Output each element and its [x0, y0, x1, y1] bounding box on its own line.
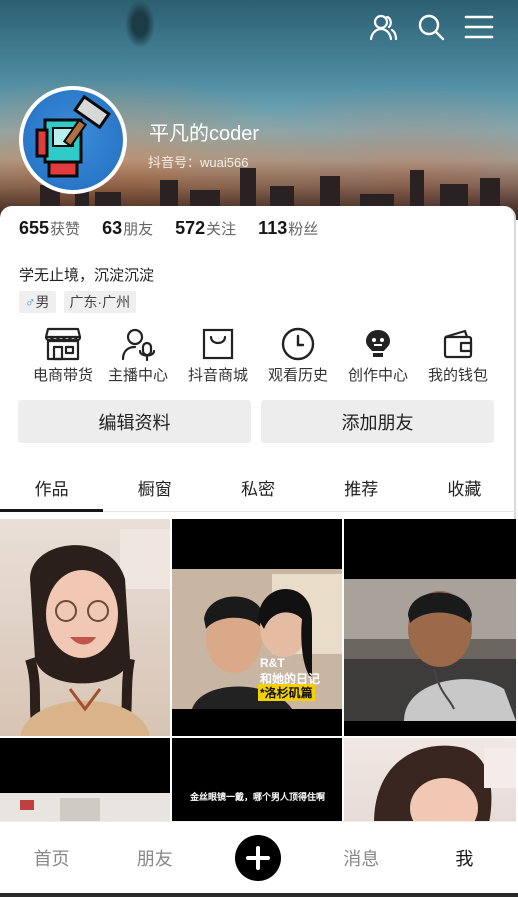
nav-create[interactable] [206, 834, 309, 881]
tab-showcase[interactable]: 橱窗 [103, 464, 206, 511]
service-creator[interactable]: 创作中心 [338, 326, 418, 385]
stat-likes[interactable]: 655获赞 [19, 218, 80, 239]
stat-likes-num: 655 [19, 218, 50, 238]
stat-friends-num: 63 [102, 218, 123, 238]
service-history[interactable]: 观看历史 [258, 326, 338, 385]
tab-recommend[interactable]: 推荐 [310, 464, 413, 511]
nickname: 平凡的coder [149, 123, 260, 145]
stat-friends[interactable]: 63朋友 [102, 218, 153, 239]
avatar[interactable] [19, 86, 127, 194]
tab-favorites[interactable]: 收藏 [413, 464, 516, 511]
bottom-navigation: 首页 朋友 消息 我 [0, 821, 516, 893]
nav-me[interactable]: 我 [413, 845, 516, 871]
clock-icon [278, 326, 318, 362]
screen-bottom-border [0, 893, 518, 897]
edit-profile-button[interactable]: 编辑资料 [18, 400, 251, 443]
nav-messages[interactable]: 消息 [310, 845, 413, 871]
service-label: 观看历史 [267, 367, 328, 384]
store-icon [43, 326, 83, 362]
profile-action-buttons: 编辑资料 添加朋友 [18, 400, 494, 443]
service-mall[interactable]: 抖音商城 [178, 326, 258, 385]
service-label: 主播中心 [107, 367, 168, 384]
stat-following-num: 572 [175, 218, 206, 238]
stat-following[interactable]: 572关注 [175, 218, 236, 239]
video-thumbnail[interactable] [344, 519, 516, 736]
video-thumbnail[interactable]: R&T 和她的日记 *洛杉矶篇 [172, 519, 342, 736]
wallet-icon [438, 326, 478, 362]
service-label: 电商带货 [32, 367, 93, 384]
stat-friends-label: 朋友 [123, 221, 154, 238]
video-grid: R&T 和她的日记 *洛杉矶篇 金丝眼镜一戴，哪个男人顶得住啊 [0, 519, 516, 821]
gender-tag: ♂男 [19, 291, 56, 313]
top-action-bar [368, 12, 494, 42]
search-icon[interactable] [416, 12, 446, 42]
bio: 学无止境，沉淀沉淀 [19, 267, 155, 284]
menu-icon[interactable] [464, 12, 494, 42]
douyin-id[interactable]: 抖音号：wuai566 [148, 152, 248, 171]
tab-works[interactable]: 作品 [0, 464, 104, 512]
avatar-image [23, 90, 123, 190]
video-thumbnail[interactable] [0, 519, 170, 736]
video-thumbnail[interactable] [0, 738, 170, 821]
services-row: 电商带货 主播中心 抖音商城 观看历史 创作中心 我的钱包 [28, 326, 518, 385]
plus-icon [235, 834, 281, 881]
stat-followers[interactable]: 113粉丝 [258, 218, 318, 239]
location-tag: 广东·广州 [63, 291, 137, 313]
service-wallet[interactable]: 我的钱包 [418, 326, 498, 385]
stat-likes-label: 获赞 [50, 221, 81, 238]
shopping-bag-icon [198, 326, 238, 362]
cover-figure [125, 0, 155, 48]
video-thumbnail[interactable]: 金丝眼镜一戴，哪个男人顶得住啊 [172, 738, 342, 821]
stat-followers-num: 113 [258, 218, 288, 238]
streamer-icon [118, 326, 158, 362]
video-caption: 金丝眼镜一戴，哪个男人顶得住啊 [190, 792, 326, 802]
video-thumbnail[interactable] [344, 738, 516, 821]
stats-row: 655获赞 63朋友 572关注 113粉丝 [19, 218, 318, 239]
stat-followers-label: 粉丝 [288, 221, 319, 238]
profile-tags: ♂男 广东·广州 [19, 291, 137, 313]
service-label: 我的钱包 [427, 367, 488, 384]
lightbulb-icon [358, 326, 398, 362]
service-streamer[interactable]: 主播中心 [98, 326, 178, 385]
tab-private[interactable]: 私密 [206, 464, 309, 511]
video-title-line3: *洛杉矶篇 [258, 684, 315, 701]
service-ecommerce[interactable]: 电商带货 [28, 326, 98, 385]
content-tabs: 作品 橱窗 私密 推荐 收藏 [0, 464, 516, 512]
video-title-line1: R&T [260, 656, 285, 670]
stat-following-label: 关注 [206, 221, 237, 238]
service-label: 创作中心 [347, 367, 408, 384]
nav-home[interactable]: 首页 [0, 845, 103, 871]
nav-friends[interactable]: 朋友 [103, 845, 206, 871]
male-icon: ♂ [25, 294, 36, 310]
friends-icon[interactable] [368, 12, 398, 42]
service-label: 抖音商城 [187, 367, 248, 384]
gender-label: 男 [35, 294, 50, 310]
add-friend-button[interactable]: 添加朋友 [261, 400, 494, 443]
